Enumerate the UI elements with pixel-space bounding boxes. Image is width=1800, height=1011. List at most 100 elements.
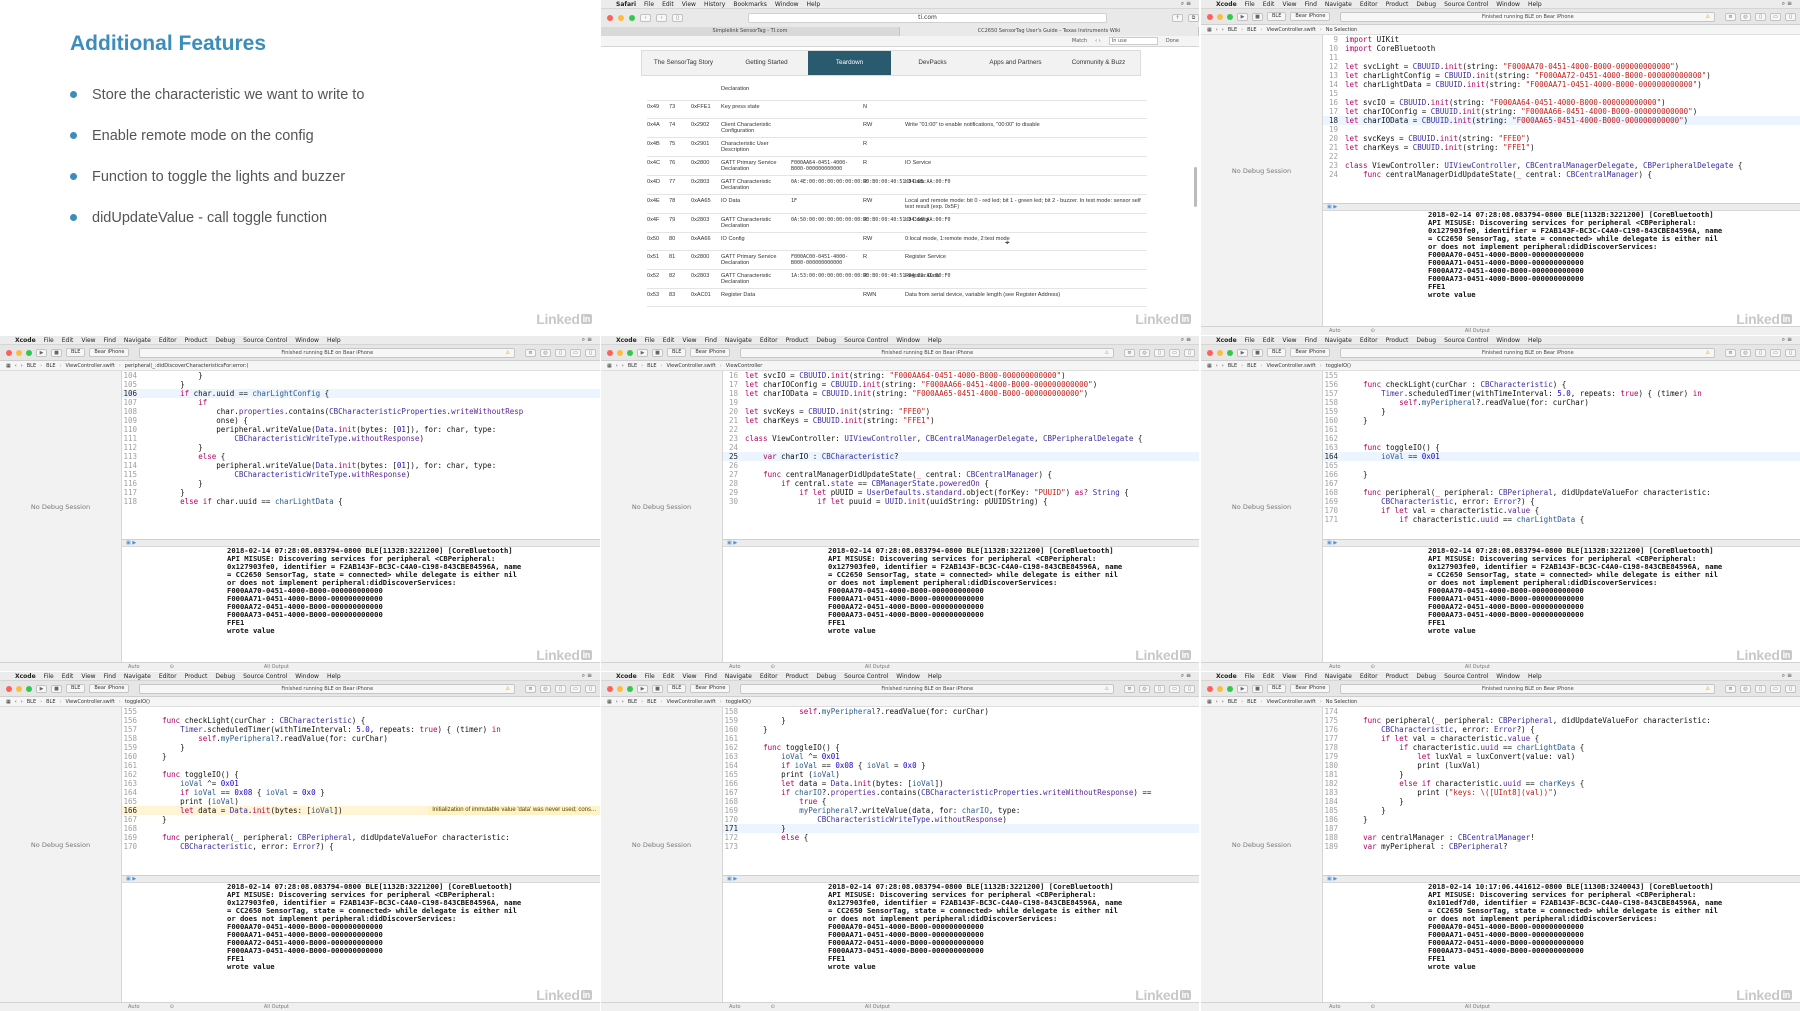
filter-icon[interactable]: ⊙ xyxy=(771,664,775,670)
line-number[interactable]: 164 xyxy=(723,761,745,770)
line-number[interactable]: 163 xyxy=(1323,443,1345,452)
line-number[interactable]: 17 xyxy=(1323,107,1345,116)
related-items-icon[interactable]: ▦ xyxy=(607,699,612,705)
line-number[interactable]: 105 xyxy=(122,380,144,389)
debug-toggle-icon[interactable]: ▭ xyxy=(1770,684,1781,693)
menu-edit[interactable]: Edit xyxy=(62,337,74,344)
menu-file[interactable]: File xyxy=(1245,1,1255,8)
scrollbar[interactable] xyxy=(1194,167,1197,207)
menu-edit[interactable]: Edit xyxy=(1263,1,1275,8)
line-number[interactable]: 169 xyxy=(723,806,745,815)
menu-view[interactable]: View xyxy=(1282,337,1296,344)
debug-console[interactable]: 2018-02-14 07:28:08.083794-0800 BLE[1132… xyxy=(723,547,1199,662)
line-number[interactable]: 19 xyxy=(723,398,745,407)
menu-editor[interactable]: Editor xyxy=(760,337,778,344)
spotlight-icon[interactable]: ⌕ ≡ xyxy=(1181,336,1199,344)
scheme-selector[interactable]: BLE xyxy=(667,684,687,693)
filter-icon[interactable]: ⊙ xyxy=(1371,328,1375,334)
menu-product[interactable]: Product xyxy=(185,673,208,680)
line-number[interactable]: 24 xyxy=(1323,170,1345,179)
line-number[interactable]: 160 xyxy=(723,725,745,734)
code-editor[interactable]: 155 156 func checkLight(curChar : CBChara… xyxy=(122,707,600,875)
menu-debug[interactable]: Debug xyxy=(1416,1,1436,8)
line-number[interactable]: 10 xyxy=(1323,44,1345,53)
breadcrumb-file[interactable]: ViewController.swift xyxy=(65,699,114,705)
line-number[interactable]: 24 xyxy=(723,443,745,452)
line-number[interactable]: 23 xyxy=(723,434,745,443)
menu-bookmarks[interactable]: Bookmarks xyxy=(733,1,767,8)
breadcrumb-file[interactable]: ViewController.swift xyxy=(65,363,114,369)
menu-editor[interactable]: Editor xyxy=(1360,1,1378,8)
menu-xcode[interactable]: Xcode xyxy=(1216,673,1237,680)
scheme-selector[interactable]: BLE xyxy=(667,348,687,357)
menu-find[interactable]: Find xyxy=(705,337,717,344)
device-selector[interactable]: Bear iPhone xyxy=(1290,12,1331,21)
back-icon[interactable]: ‹ xyxy=(15,699,17,705)
variables-scope-selector[interactable]: Auto xyxy=(128,664,140,670)
menu-window[interactable]: Window xyxy=(295,673,319,680)
line-number[interactable]: 170 xyxy=(122,842,144,851)
spotlight-icon[interactable]: ⌕ ≡ xyxy=(582,336,600,344)
forward-icon[interactable]: › xyxy=(1222,27,1224,33)
line-number[interactable]: 21 xyxy=(1323,143,1345,152)
breadcrumb-project[interactable]: BLE xyxy=(628,363,637,369)
breadcrumb-symbol[interactable]: toggleIO() xyxy=(1326,363,1351,369)
warning-icon[interactable]: ⚠ xyxy=(1105,349,1109,357)
find-done-button[interactable]: Done xyxy=(1166,38,1179,44)
menu-file[interactable]: File xyxy=(644,1,654,8)
menu-find[interactable]: Find xyxy=(705,673,717,680)
menu-product[interactable]: Product xyxy=(1386,1,1409,8)
utilities-toggle-icon[interactable]: ▯ xyxy=(1184,684,1195,693)
menu-edit[interactable]: Edit xyxy=(663,673,675,680)
line-number[interactable]: 165 xyxy=(723,770,745,779)
menu-debug[interactable]: Debug xyxy=(215,673,235,680)
menu-editor[interactable]: Editor xyxy=(159,673,177,680)
menu-window[interactable]: Window xyxy=(896,337,920,344)
breadcrumb-symbol[interactable]: toggleIO() xyxy=(726,699,751,705)
menu-product[interactable]: Product xyxy=(786,337,809,344)
utilities-toggle-icon[interactable]: ▯ xyxy=(1785,684,1796,693)
menu-source-control[interactable]: Source Control xyxy=(243,673,287,680)
line-number[interactable]: 173 xyxy=(723,842,745,851)
breadcrumb-group[interactable]: BLE xyxy=(1247,363,1256,369)
address-bar[interactable]: ti.com xyxy=(748,13,1107,23)
navigator-toggle-icon[interactable]: ▯ xyxy=(1154,684,1165,693)
line-number[interactable]: 16 xyxy=(723,371,745,380)
line-number[interactable]: 168 xyxy=(1323,488,1345,497)
line-number[interactable]: 169 xyxy=(1323,497,1345,506)
line-number[interactable]: 189 xyxy=(1323,842,1345,851)
line-number[interactable]: 185 xyxy=(1323,806,1345,815)
line-number[interactable]: 17 xyxy=(723,380,745,389)
menu-window[interactable]: Window xyxy=(896,673,920,680)
output-selector[interactable]: All Output xyxy=(1465,328,1490,334)
close-window-icon[interactable] xyxy=(1207,349,1213,356)
line-number[interactable]: 158 xyxy=(122,734,144,743)
close-window-icon[interactable] xyxy=(6,349,12,356)
breadcrumb-file[interactable]: ViewController.swift xyxy=(1266,363,1315,369)
line-number[interactable]: 156 xyxy=(1323,380,1345,389)
menu-help[interactable]: Help xyxy=(1528,337,1542,344)
filter-icon[interactable]: ⊙ xyxy=(1371,1004,1375,1010)
variables-scope-selector[interactable]: Auto xyxy=(128,1004,140,1010)
menu-help[interactable]: Help xyxy=(807,1,821,8)
line-number[interactable]: 112 xyxy=(122,443,144,452)
navigator-toggle-icon[interactable]: ▯ xyxy=(1755,12,1766,21)
debug-console[interactable]: 2018-02-14 07:28:08.083794-0800 BLE[1132… xyxy=(122,883,600,1002)
line-number[interactable]: 181 xyxy=(1323,770,1345,779)
menu-find[interactable]: Find xyxy=(1305,337,1317,344)
line-number[interactable]: 108 xyxy=(122,407,144,416)
menu-view[interactable]: View xyxy=(682,337,696,344)
line-number[interactable]: 171 xyxy=(723,824,745,833)
line-number[interactable]: 187 xyxy=(1323,824,1345,833)
debug-toggle-icon[interactable]: ▭ xyxy=(1169,684,1180,693)
sidebar-icon[interactable]: ▯ xyxy=(672,14,683,22)
output-selector[interactable]: All Output xyxy=(1465,1004,1490,1010)
menu-edit[interactable]: Edit xyxy=(1263,673,1275,680)
line-number[interactable]: 157 xyxy=(1323,389,1345,398)
line-number[interactable]: 182 xyxy=(1323,779,1345,788)
related-items-icon[interactable]: ▦ xyxy=(6,363,11,369)
line-number[interactable]: 155 xyxy=(122,707,144,716)
navigator-toggle-icon[interactable]: ▯ xyxy=(555,684,566,693)
standard-editor-icon[interactable]: ≡ xyxy=(1725,348,1736,357)
line-number[interactable]: 167 xyxy=(122,815,144,824)
